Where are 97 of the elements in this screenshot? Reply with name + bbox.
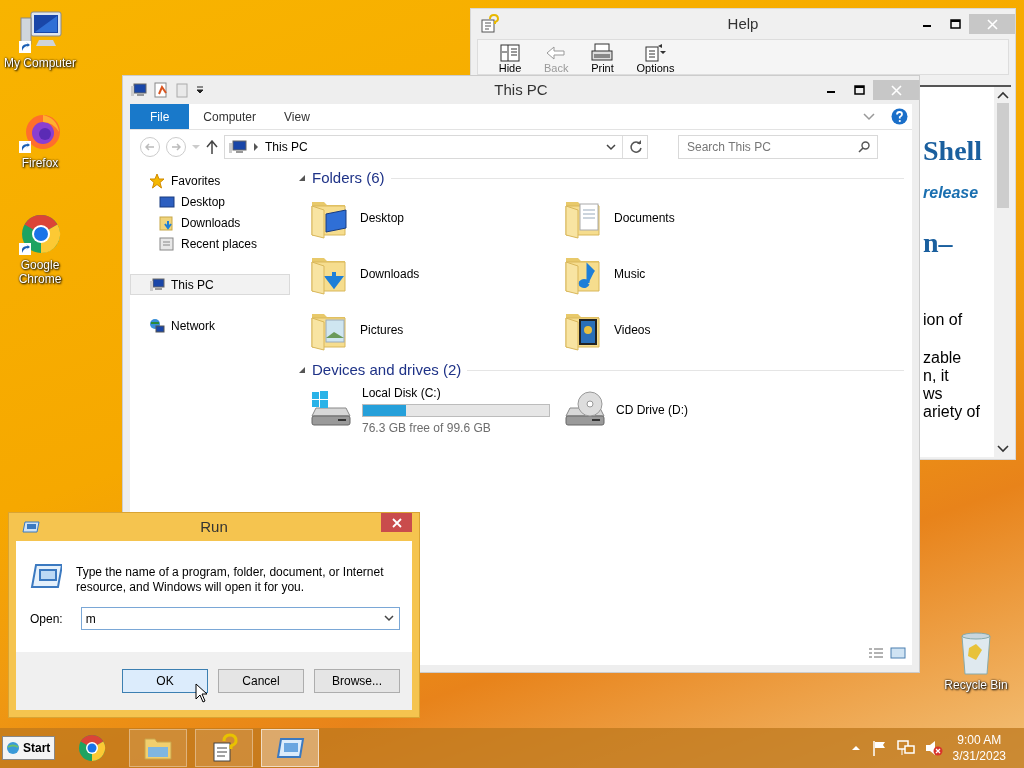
computer-icon bbox=[229, 140, 247, 154]
dialog-button[interactable]: OK bbox=[122, 669, 208, 693]
instruction-text: Type the name of a program, folder, document, or Internet resource, and Windows will open it for you. bbox=[76, 564, 385, 595]
search-field[interactable]: Search This PC bbox=[678, 135, 878, 159]
ribbon-tab[interactable]: View bbox=[270, 104, 324, 129]
forward-icon bbox=[171, 142, 181, 152]
recent-icon bbox=[159, 235, 175, 252]
folder-label[interactable]: Desktop bbox=[360, 209, 405, 227]
start-button[interactable]: Start bbox=[2, 736, 56, 760]
recent-dropdown-icon[interactable] bbox=[192, 144, 200, 150]
paragraph-text: zable n, it ws ariety of bbox=[923, 349, 981, 421]
folder-label[interactable]: Documents bbox=[614, 209, 675, 227]
dialog-button[interactable]: Cancel bbox=[218, 669, 304, 693]
folder-label[interactable]: Music bbox=[614, 265, 646, 283]
run-icon bbox=[22, 521, 40, 533]
nav-item[interactable]: This PC bbox=[130, 274, 290, 295]
paragraph-text: ion of bbox=[923, 311, 964, 329]
close-button[interactable] bbox=[381, 513, 412, 532]
run-icon bbox=[30, 563, 62, 589]
back-icon bbox=[145, 142, 155, 152]
network-icon[interactable] bbox=[896, 740, 915, 756]
flag-icon[interactable] bbox=[870, 740, 887, 756]
scroll-down-icon bbox=[996, 445, 1009, 453]
up-arrow-icon[interactable] bbox=[206, 140, 218, 154]
computer-icon bbox=[17, 10, 63, 54]
nav-item[interactable]: Downloads bbox=[130, 212, 290, 233]
open-label: Open: bbox=[30, 610, 63, 628]
taskbar-button[interactable] bbox=[195, 729, 254, 767]
folder-label[interactable]: Downloads bbox=[360, 265, 420, 283]
help-file-icon bbox=[479, 14, 499, 34]
address-bar[interactable]: This PC bbox=[224, 135, 648, 159]
collapse-icon[interactable] bbox=[298, 366, 306, 374]
forward-button[interactable] bbox=[166, 137, 186, 157]
subheading-text: release bbox=[923, 183, 980, 203]
scrollbar-thumb[interactable] bbox=[996, 103, 1009, 208]
computer-icon[interactable] bbox=[131, 83, 147, 97]
drive-label[interactable]: CD Drive (D:) bbox=[616, 401, 688, 419]
ribbon-tab[interactable]: Computer bbox=[189, 104, 271, 129]
dialog-button[interactable]: Browse... bbox=[314, 669, 400, 693]
maximize-icon bbox=[853, 85, 865, 95]
print-icon bbox=[590, 42, 615, 62]
nav-item[interactable]: Recent places bbox=[130, 233, 290, 254]
mouse-pointer-icon bbox=[195, 683, 209, 703]
folder-label[interactable]: Pictures bbox=[360, 321, 404, 339]
back-button[interactable] bbox=[140, 137, 160, 157]
view-details-icon[interactable] bbox=[868, 647, 884, 659]
free-space-text: 76.3 GB free of 99.6 GB bbox=[362, 419, 492, 437]
address-text: This PC bbox=[265, 139, 309, 156]
close-icon bbox=[986, 18, 998, 30]
window-title: Run bbox=[200, 516, 228, 537]
scroll-up-icon bbox=[996, 91, 1009, 99]
nav-item[interactable]: Network bbox=[130, 315, 290, 336]
search-icon bbox=[858, 141, 870, 153]
hide-icon bbox=[498, 42, 522, 62]
view-tiles-icon[interactable] bbox=[890, 647, 906, 659]
chevron-right-icon bbox=[253, 143, 259, 151]
downloads-icon bbox=[159, 214, 175, 231]
help-icon[interactable] bbox=[891, 108, 908, 125]
pc-icon bbox=[149, 276, 165, 293]
clock-time: 9:00 AM bbox=[956, 732, 1003, 748]
scrollbar[interactable] bbox=[994, 87, 1011, 457]
heading-text: Shell bbox=[923, 137, 984, 165]
heading-text: n– bbox=[923, 229, 954, 257]
expand-ribbon-icon[interactable] bbox=[863, 112, 875, 121]
volume-muted-icon[interactable] bbox=[924, 740, 943, 756]
ribbon-tab[interactable]: File bbox=[130, 104, 190, 129]
show-hidden-icons-icon[interactable] bbox=[850, 745, 861, 751]
toolbar-button[interactable]: Hide bbox=[498, 40, 522, 74]
dropdown-icon bbox=[384, 615, 394, 622]
chrome-icon bbox=[77, 733, 108, 763]
group-heading: Folders (6) bbox=[312, 167, 385, 188]
collapse-icon[interactable] bbox=[298, 174, 306, 182]
properties-icon[interactable] bbox=[153, 82, 169, 98]
close-icon bbox=[890, 84, 902, 96]
network-icon bbox=[149, 317, 165, 334]
taskbar-button[interactable] bbox=[261, 729, 320, 767]
maximize-icon bbox=[949, 19, 961, 29]
dropdown-icon bbox=[606, 143, 616, 151]
nav-item[interactable]: Favorites bbox=[130, 170, 290, 191]
chrome-icon bbox=[17, 212, 63, 256]
nav-item[interactable]: Desktop bbox=[130, 191, 290, 212]
toolbar-button[interactable]: Print bbox=[590, 40, 615, 74]
window-title: This PC bbox=[494, 79, 548, 100]
group-heading: Devices and drives (2) bbox=[312, 359, 462, 380]
folder-label[interactable]: Videos bbox=[614, 321, 651, 339]
dropdown-icon[interactable] bbox=[195, 85, 205, 95]
close-icon bbox=[391, 517, 402, 528]
refresh-icon bbox=[629, 140, 643, 154]
clock-date: 3/31/2023 bbox=[952, 748, 1006, 764]
desktop-icon bbox=[159, 193, 175, 210]
window-title: Help bbox=[727, 13, 759, 34]
star-icon bbox=[149, 172, 165, 189]
globe-icon bbox=[6, 741, 20, 755]
options-icon bbox=[643, 42, 668, 62]
drive-label[interactable]: Local Disk (C:) bbox=[362, 383, 550, 402]
open-combobox[interactable]: m bbox=[80, 607, 400, 630]
toolbar-button[interactable]: Options bbox=[636, 40, 675, 74]
